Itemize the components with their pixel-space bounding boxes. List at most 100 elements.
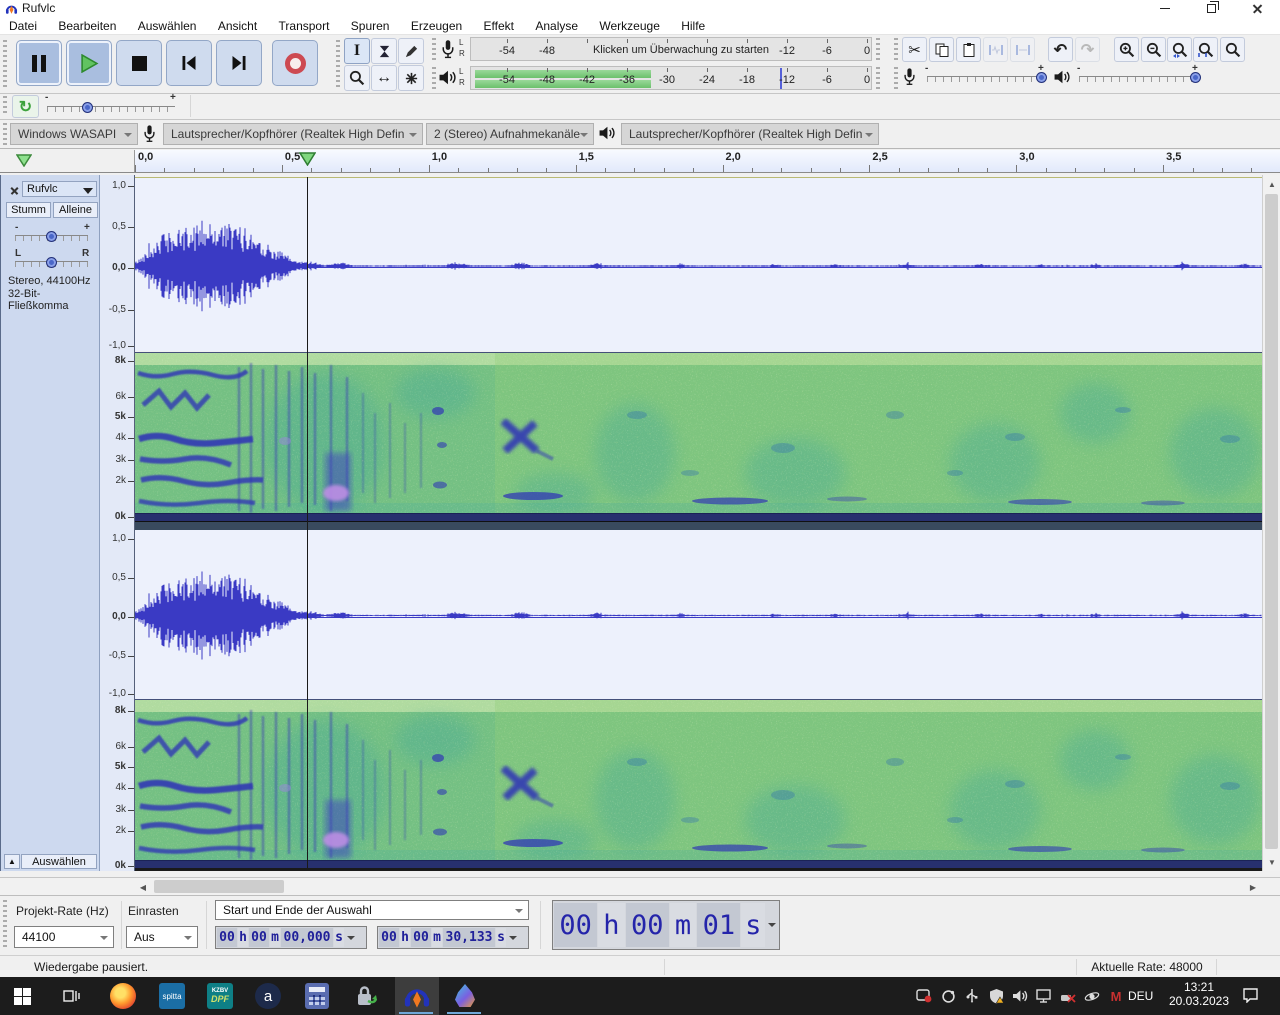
firefox-button[interactable] bbox=[101, 977, 145, 1015]
playhead-triangle-icon[interactable] bbox=[299, 152, 316, 166]
track-name-menu[interactable]: Rufvlc bbox=[22, 181, 97, 197]
track-select-button[interactable]: Auswählen bbox=[21, 854, 97, 869]
toolbar-grabber[interactable] bbox=[432, 67, 436, 91]
toolbar-grabber[interactable] bbox=[876, 67, 880, 91]
position-hours[interactable]: 00 bbox=[554, 903, 597, 947]
menu-transport[interactable]: Transport bbox=[270, 17, 339, 33]
calculator-button[interactable] bbox=[295, 977, 339, 1015]
menu-hilfe[interactable]: Hilfe bbox=[672, 17, 714, 33]
vertical-rulers[interactable]: 1,00,50,0-0,5-1,01,00,50,0-0,5-1,08k6k5k… bbox=[100, 175, 135, 871]
menu-ansicht[interactable]: Ansicht bbox=[209, 17, 266, 33]
fit-selection-button[interactable] bbox=[1167, 37, 1192, 62]
gain-thumb[interactable] bbox=[46, 231, 57, 242]
loop-play-button[interactable]: ↻ bbox=[12, 95, 39, 118]
pause-button[interactable] bbox=[16, 40, 62, 86]
position-minutes[interactable]: 00 bbox=[626, 903, 669, 947]
play-volume-slider[interactable] bbox=[1079, 77, 1197, 82]
play-button[interactable] bbox=[66, 40, 112, 86]
minimize-button[interactable] bbox=[1148, 0, 1182, 17]
audacity-taskbar-button[interactable] bbox=[395, 977, 439, 1015]
menu-analyse[interactable]: Analyse bbox=[526, 17, 587, 33]
silence-audio-button[interactable] bbox=[1010, 37, 1035, 62]
recording-channels-select[interactable]: 2 (Stereo) Aufnahmekanäle bbox=[426, 123, 594, 145]
menu-auswaehlen[interactable]: Auswählen bbox=[129, 17, 206, 33]
scroll-right-icon[interactable]: ▶ bbox=[1246, 880, 1260, 894]
playback-meter[interactable]: -54-48-42-36-30-24-18-12-60 bbox=[470, 66, 872, 90]
zoom-tool-button[interactable] bbox=[344, 65, 370, 91]
draw-tool-button[interactable] bbox=[398, 38, 424, 64]
collapse-track-button[interactable]: ▲ bbox=[4, 854, 20, 869]
toolbar-grabber[interactable] bbox=[3, 40, 7, 88]
vertical-scrollbar[interactable]: ▲ ▼ bbox=[1262, 175, 1280, 871]
envelope-tool-button[interactable] bbox=[371, 38, 397, 64]
audio-host-select[interactable]: Windows WASAPI bbox=[10, 123, 138, 145]
phone-disabled-icon[interactable] bbox=[1058, 988, 1078, 1004]
paste-button[interactable] bbox=[956, 37, 981, 62]
toolbar-grabber[interactable] bbox=[336, 40, 340, 88]
position-seconds[interactable]: 01 bbox=[697, 903, 740, 947]
scroll-left-icon[interactable]: ◀ bbox=[136, 880, 150, 894]
selection-mode-select[interactable]: Start und Ende der Auswahl bbox=[215, 900, 529, 920]
m-shield-icon[interactable]: M bbox=[1106, 988, 1126, 1004]
spitta-app-button[interactable]: spitta bbox=[150, 977, 194, 1015]
skip-to-end-button[interactable] bbox=[216, 40, 262, 86]
toolbar-grabber[interactable] bbox=[3, 96, 7, 116]
zoom-out-button[interactable] bbox=[1141, 37, 1166, 62]
timeshift-tool-button[interactable]: ↔ bbox=[371, 65, 397, 91]
horizontal-scroll-thumb[interactable] bbox=[154, 880, 284, 893]
toolbar-grabber[interactable] bbox=[3, 123, 7, 145]
start-seconds[interactable]: 00,000 bbox=[281, 928, 333, 947]
project-rate-select[interactable]: 44100 bbox=[14, 926, 114, 948]
scroll-up-icon[interactable]: ▲ bbox=[1263, 177, 1280, 191]
multi-tool-button[interactable] bbox=[398, 65, 424, 91]
close-button[interactable] bbox=[1240, 0, 1274, 17]
toolbar-grabber[interactable] bbox=[432, 38, 436, 62]
vertical-scroll-thumb[interactable] bbox=[1265, 194, 1278, 849]
waveform-view-right[interactable] bbox=[135, 530, 1262, 699]
recording-meter[interactable]: -54-48-12-60Klicken um Überwachung zu st… bbox=[470, 37, 872, 61]
audio-position-field[interactable]: 00h00m01s bbox=[552, 900, 780, 950]
satellite-icon[interactable] bbox=[1082, 988, 1102, 1004]
tray-app1-icon[interactable] bbox=[914, 988, 934, 1004]
toolbar-grabber[interactable] bbox=[894, 38, 898, 62]
zoom-toggle-button[interactable] bbox=[1220, 37, 1245, 62]
field-dropdown-icon[interactable] bbox=[509, 936, 517, 940]
zoom-in-button[interactable] bbox=[1114, 37, 1139, 62]
end-hours[interactable]: 00 bbox=[379, 928, 399, 947]
waveform-view-left[interactable] bbox=[135, 177, 1262, 351]
selection-start-field[interactable]: 00h00m00,000s bbox=[215, 926, 367, 949]
cut-button[interactable]: ✂ bbox=[902, 37, 927, 62]
volume-icon[interactable] bbox=[1010, 988, 1030, 1004]
snap-select[interactable]: Aus bbox=[126, 926, 198, 948]
lock-app-button[interactable] bbox=[344, 977, 388, 1015]
fit-project-button[interactable] bbox=[1193, 37, 1218, 62]
menu-effekt[interactable]: Effekt bbox=[475, 17, 523, 33]
keyboard-language[interactable]: DEU bbox=[1128, 989, 1153, 1003]
stop-button[interactable] bbox=[116, 40, 162, 86]
horizontal-scrollbar[interactable]: ◀ ▶ bbox=[0, 877, 1280, 895]
pinned-playhead-icon[interactable] bbox=[16, 154, 32, 167]
network-icon[interactable] bbox=[1034, 988, 1054, 1004]
task-view-button[interactable] bbox=[49, 977, 93, 1015]
play-speed-thumb[interactable] bbox=[82, 102, 93, 113]
a-app-button[interactable]: a bbox=[246, 977, 290, 1015]
mute-button[interactable]: Stumm bbox=[6, 202, 51, 218]
menu-datei[interactable]: Datei bbox=[0, 17, 46, 33]
end-minutes[interactable]: 00 bbox=[411, 928, 431, 947]
pan-thumb[interactable] bbox=[46, 257, 57, 268]
usb-icon[interactable] bbox=[962, 988, 982, 1004]
play-speed-slider[interactable] bbox=[47, 107, 175, 112]
playback-device-select[interactable]: Lautsprecher/Kopfhörer (Realtek High Def… bbox=[621, 123, 879, 145]
start-minutes[interactable]: 00 bbox=[249, 928, 269, 947]
start-button[interactable] bbox=[0, 977, 44, 1015]
copy-button[interactable] bbox=[929, 37, 954, 62]
track-close-button[interactable] bbox=[6, 183, 20, 197]
restore-button[interactable] bbox=[1194, 0, 1228, 17]
menu-bearbeiten[interactable]: Bearbeiten bbox=[49, 17, 125, 33]
menu-erzeugen[interactable]: Erzeugen bbox=[402, 17, 471, 33]
record-volume-thumb[interactable] bbox=[1036, 72, 1047, 83]
menu-werkzeuge[interactable]: Werkzeuge bbox=[590, 17, 668, 33]
drop-app-button[interactable] bbox=[443, 977, 487, 1015]
spectrogram-view-right[interactable] bbox=[135, 699, 1262, 868]
field-dropdown-icon[interactable] bbox=[347, 936, 355, 940]
